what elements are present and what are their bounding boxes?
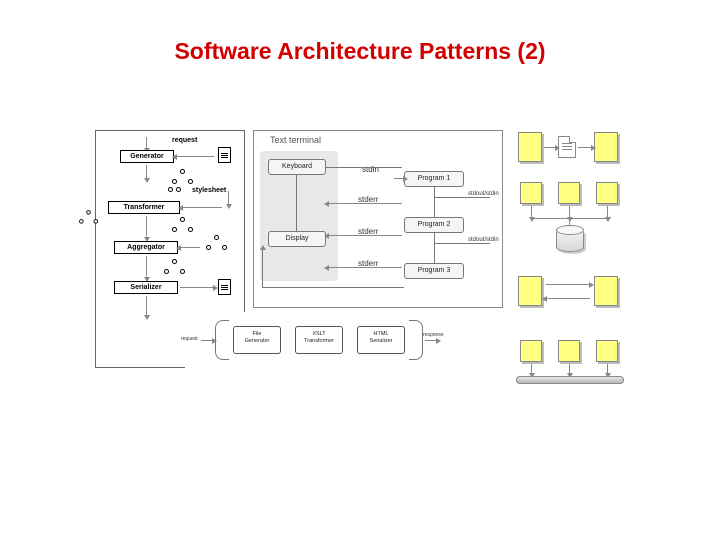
- arrow-icon: [607, 206, 608, 218]
- connector: [262, 249, 263, 287]
- mini-diagram-3: [518, 270, 628, 318]
- component-icon: [596, 182, 618, 204]
- page-title: Software Architecture Patterns (2): [0, 38, 720, 65]
- arrow-icon: [262, 249, 263, 250]
- component-icon: [520, 182, 542, 204]
- bracket-icon: [215, 320, 229, 360]
- label-text-terminal: Text terminal: [270, 135, 321, 145]
- box-aggregator: Aggregator: [114, 241, 178, 254]
- arrow-icon: [228, 191, 229, 205]
- arrow-icon: [176, 156, 214, 157]
- component-icon: [596, 340, 618, 362]
- doc-icon: [558, 136, 576, 158]
- box-file-generator: FileGenerator: [233, 326, 281, 354]
- arrow-icon: [146, 256, 147, 278]
- connector: [434, 197, 490, 198]
- arrow-icon: [182, 207, 222, 208]
- component-icon: [594, 132, 618, 162]
- arrow-icon: [425, 340, 437, 341]
- arrow-icon: [544, 147, 556, 148]
- mini-diagram-2: [518, 182, 628, 256]
- label-request-in: request: [181, 336, 198, 342]
- box-transformer: Transformer: [108, 201, 180, 214]
- arrow-icon: [328, 203, 402, 204]
- datastore-icon: [556, 228, 584, 252]
- arrow-icon: [607, 364, 608, 374]
- box-program-2: Program 2: [404, 217, 464, 233]
- doc-icon: [218, 147, 231, 163]
- arrow-icon: [546, 298, 590, 299]
- box-keyboard: Keyboard: [268, 159, 326, 175]
- label-stylesheet: stylesheet: [192, 187, 226, 194]
- panel-linear-pipeline: request FileGenerator XSLTTransformer HT…: [185, 312, 455, 372]
- box-display: Display: [268, 231, 326, 247]
- arrow-icon: [328, 235, 402, 236]
- arrow-icon: [531, 206, 532, 218]
- box-serializer: Serializer: [114, 281, 178, 294]
- connector: [434, 187, 435, 217]
- component-icon: [594, 276, 618, 306]
- arrow-icon: [146, 137, 147, 149]
- arrow-icon: [569, 206, 570, 218]
- box-program-3: Program 3: [404, 263, 464, 279]
- arrow-icon: [146, 216, 147, 238]
- connector: [296, 175, 297, 231]
- doc-icon: [218, 279, 231, 295]
- box-html-serializer: HTMLSerializer: [357, 326, 405, 354]
- connector: [434, 243, 490, 244]
- bus-icon: [516, 376, 624, 384]
- arrow-icon: [180, 247, 200, 248]
- tree-icon: [76, 210, 103, 230]
- arrow-icon: [146, 296, 147, 316]
- mini-diagram-1: [518, 128, 628, 172]
- arrow-icon: [180, 287, 214, 288]
- bracket-icon: [409, 320, 423, 360]
- arrow-icon: [201, 340, 213, 341]
- connector: [434, 233, 435, 263]
- connector: [326, 167, 402, 168]
- arrow-icon: [531, 364, 532, 374]
- panel-terminal: Text terminal Keyboard Display Program 1…: [253, 130, 503, 308]
- component-icon: [518, 132, 542, 162]
- mini-diagram-4: [518, 340, 628, 396]
- box-xslt-transformer: XSLTTransformer: [295, 326, 343, 354]
- tree-icon: [202, 235, 232, 257]
- diagram-stage: request Generator stylesheet Transformer: [95, 130, 628, 413]
- component-icon: [558, 340, 580, 362]
- label-response-out: response: [423, 332, 444, 338]
- label-request: request: [172, 137, 197, 144]
- arrow-icon: [328, 267, 402, 268]
- connector: [262, 287, 404, 288]
- component-icon: [520, 340, 542, 362]
- component-icon: [558, 182, 580, 204]
- arrow-icon: [578, 147, 592, 148]
- component-icon: [518, 276, 542, 306]
- box-program-1: Program 1: [404, 171, 464, 187]
- arrow-icon: [146, 165, 147, 179]
- arrow-icon: [394, 178, 404, 179]
- arrow-icon: [546, 284, 590, 285]
- tree-icon: [160, 259, 190, 281]
- tree-icon: [168, 217, 198, 239]
- arrow-icon: [569, 364, 570, 374]
- box-generator: Generator: [120, 150, 174, 163]
